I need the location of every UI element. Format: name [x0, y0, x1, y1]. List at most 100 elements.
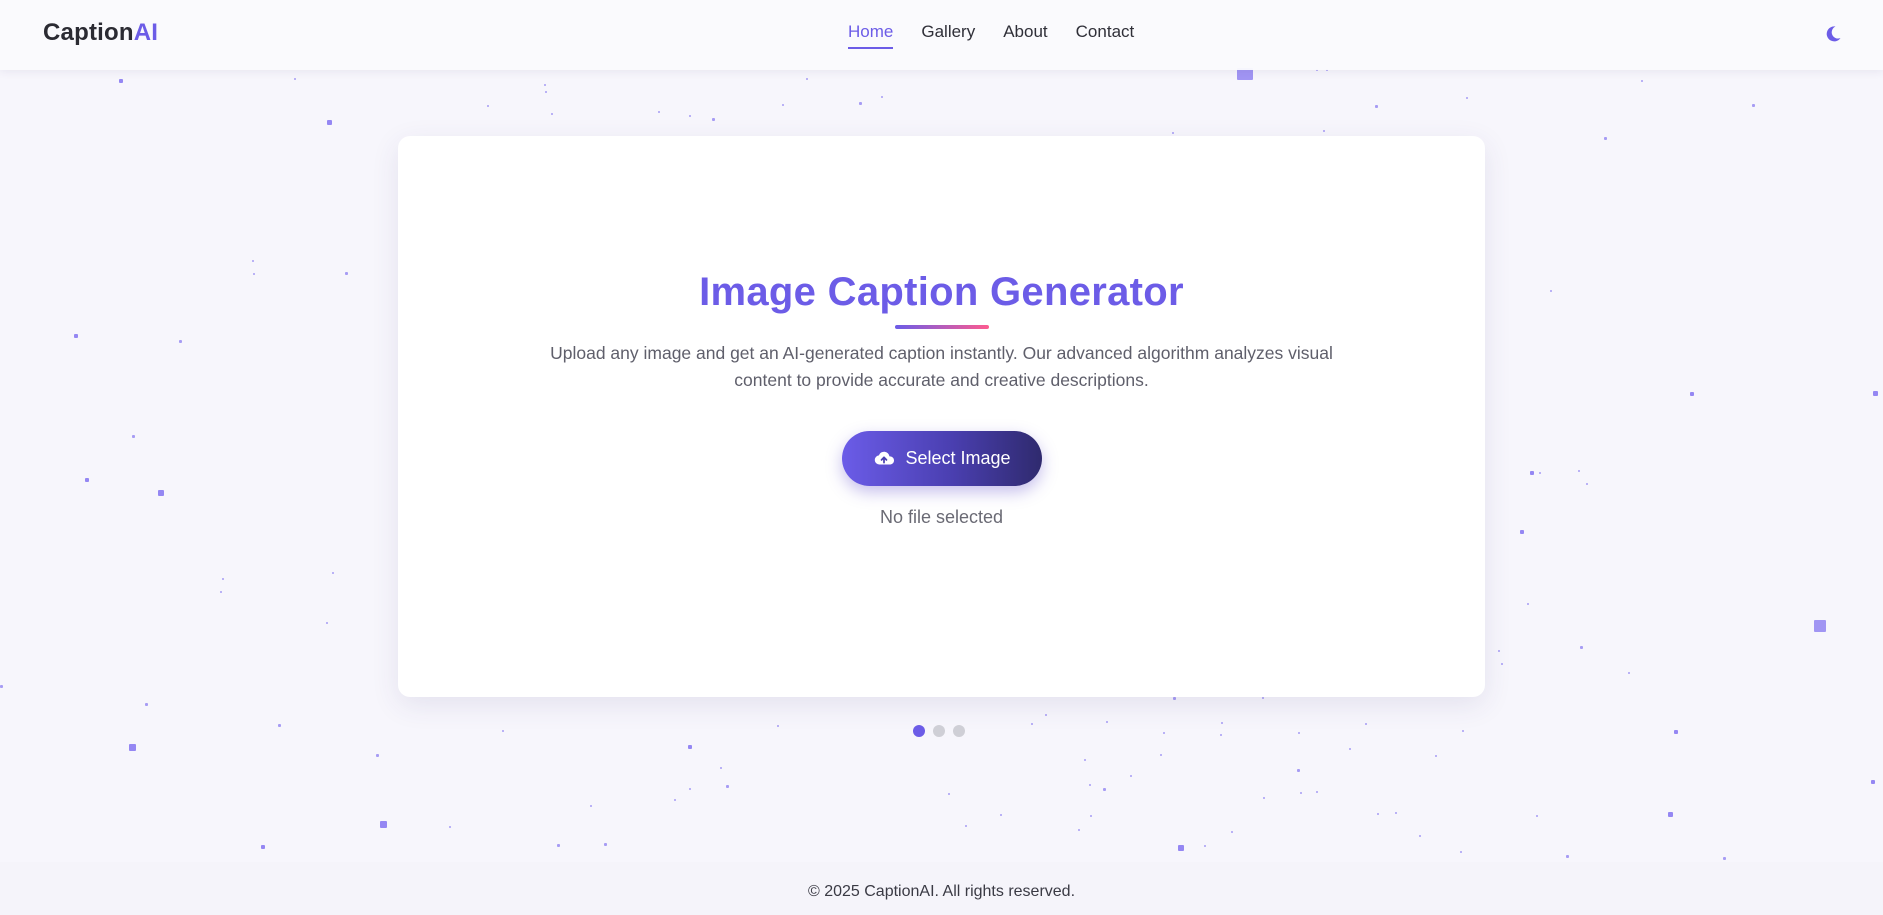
particle: [720, 767, 722, 769]
particle: [688, 745, 692, 749]
particle: [777, 725, 779, 727]
particle: [1297, 769, 1300, 772]
nav-item-contact[interactable]: Contact: [1076, 22, 1135, 49]
particle: [1298, 732, 1300, 734]
particle: [1501, 663, 1503, 665]
particle: [557, 844, 560, 847]
main-nav: Home Gallery About Contact: [848, 22, 1134, 49]
particle: [551, 113, 553, 115]
particle: [1103, 788, 1106, 791]
particle: [1527, 603, 1529, 605]
footer: © 2025 CaptionAI. All rights reserved.: [0, 862, 1883, 915]
particle: [1723, 857, 1726, 860]
page: CaptionAI Home Gallery About Contact Ima…: [0, 0, 1883, 915]
particle: [1460, 851, 1462, 853]
particle: [1462, 730, 1464, 732]
particle: [590, 805, 592, 807]
particle: [782, 104, 784, 106]
particle: [1163, 732, 1165, 734]
nav-item-about[interactable]: About: [1003, 22, 1047, 49]
particle: [1084, 759, 1086, 761]
particle: [806, 78, 808, 80]
footer-copyright: © 2025 CaptionAI. All rights reserved.: [807, 883, 1076, 900]
particle: [1871, 780, 1875, 784]
particle: [1578, 470, 1580, 472]
particle: [0, 685, 3, 688]
page-description: Upload any image and get an AI-generated…: [550, 343, 1333, 390]
select-image-button[interactable]: Select Image: [842, 431, 1042, 486]
particle: [85, 478, 89, 482]
particle: [948, 793, 950, 795]
particle: [604, 843, 607, 846]
particle: [1000, 814, 1002, 816]
particle: [1231, 831, 1233, 833]
nav-item-home[interactable]: Home: [848, 22, 894, 49]
particle: [1106, 721, 1108, 723]
particle: [1628, 672, 1630, 674]
particle: [1814, 620, 1826, 632]
particle: [487, 105, 489, 107]
particle: [1586, 483, 1588, 485]
particle: [1752, 104, 1755, 107]
particle: [1498, 650, 1500, 652]
cloud-upload-icon: [875, 451, 895, 465]
file-status: No file selected: [879, 507, 1004, 527]
particle: [222, 578, 224, 580]
particle: [965, 825, 967, 827]
particle: [380, 821, 387, 828]
particle: [220, 591, 222, 593]
particle: [132, 435, 135, 438]
particle: [332, 572, 334, 574]
particle: [689, 115, 691, 117]
particle: [1349, 748, 1351, 750]
pagination-dot-2[interactable]: [933, 725, 945, 737]
particle: [1172, 132, 1174, 134]
particle: [1668, 812, 1673, 817]
particle: [1520, 530, 1524, 534]
top-navbar: CaptionAI Home Gallery About Contact: [0, 0, 1883, 70]
particle: [1395, 812, 1397, 814]
particle: [1220, 734, 1222, 736]
particle: [1316, 791, 1318, 793]
particle: [1160, 754, 1162, 756]
particle: [1604, 137, 1607, 140]
moon-icon[interactable]: [1823, 24, 1843, 44]
particle: [179, 340, 182, 343]
particle: [261, 845, 265, 849]
particle: [1262, 697, 1264, 699]
logo[interactable]: CaptionAI: [43, 19, 158, 47]
particle: [1580, 646, 1583, 649]
particle: [327, 120, 332, 125]
particle: [1873, 391, 1878, 396]
particle: [1323, 130, 1325, 132]
particle: [1435, 755, 1437, 757]
particle: [74, 334, 78, 338]
pagination-dot-1[interactable]: [913, 725, 925, 737]
pagination-dot-3[interactable]: [953, 725, 965, 737]
particle: [1300, 792, 1302, 794]
particle: [278, 724, 281, 727]
particle: [1539, 472, 1541, 474]
particle: [1536, 815, 1538, 817]
particle: [1641, 80, 1643, 82]
particle: [119, 79, 123, 83]
particle: [345, 272, 348, 275]
particle: [1550, 290, 1552, 292]
particle: [545, 91, 547, 93]
particle: [1078, 829, 1080, 831]
particle: [726, 785, 729, 788]
particle: [1530, 471, 1534, 475]
particle: [326, 622, 328, 624]
particle: [1045, 714, 1047, 716]
particle: [1566, 855, 1569, 858]
logo-text: Caption: [43, 19, 134, 46]
title-underline: [895, 325, 989, 329]
particle: [712, 118, 715, 121]
particle: [1690, 392, 1694, 396]
particle: [1419, 835, 1421, 837]
particle: [859, 102, 862, 105]
logo-accent-text: AI: [133, 19, 159, 46]
nav-item-gallery[interactable]: Gallery: [921, 22, 975, 49]
pagination-dots: [913, 725, 965, 737]
particle: [502, 730, 504, 732]
